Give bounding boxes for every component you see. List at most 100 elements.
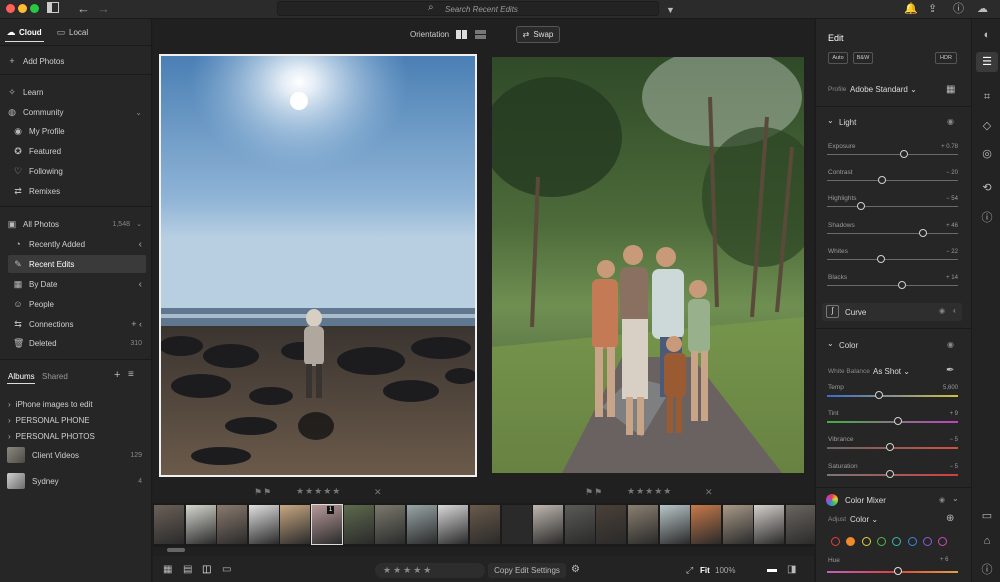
- tag-icon[interactable]: ⌂: [980, 535, 994, 547]
- filmstrip-thumbnail[interactable]: [691, 505, 722, 544]
- color-swatch[interactable]: [922, 537, 932, 546]
- slider-value[interactable]: + 46: [946, 223, 958, 229]
- tab-shared[interactable]: Shared: [42, 367, 72, 385]
- filmstrip-thumbnail[interactable]: [217, 505, 248, 544]
- slider-value[interactable]: + 9: [949, 411, 958, 417]
- targeted-adjust-icon[interactable]: ⊕: [946, 512, 954, 526]
- forward-arrow-icon[interactable]: →: [97, 2, 110, 16]
- slider-value[interactable]: − 20: [946, 170, 958, 176]
- slider-knob[interactable]: [918, 228, 927, 237]
- color-section-header[interactable]: ⌄ Color ◉: [816, 338, 971, 356]
- all-photos-item[interactable]: ▣ All Photos 1,548 ⌄: [7, 215, 152, 233]
- split-view-icon[interactable]: ◨: [787, 563, 796, 577]
- slider-knob[interactable]: [885, 469, 894, 478]
- photo-grid-icon[interactable]: ▤: [183, 563, 192, 577]
- filmstrip-thumbnail[interactable]: [722, 505, 753, 544]
- after-reject-icon[interactable]: ✕: [705, 487, 714, 498]
- learn-item[interactable]: ✧ Learn: [7, 83, 159, 101]
- fit-label[interactable]: Fit: [700, 566, 710, 575]
- color-swatch[interactable]: [876, 537, 886, 546]
- filmstrip-thumbnail[interactable]: [533, 505, 564, 544]
- swap-button[interactable]: ⇄ Swap: [516, 26, 560, 43]
- back-arrow-icon[interactable]: ←: [77, 2, 90, 16]
- close-window-button[interactable]: [6, 4, 15, 13]
- sidebar-toggle-icon[interactable]: [47, 2, 59, 17]
- curve-row[interactable]: ∫ Curve ◉ ‹: [822, 303, 962, 321]
- filmstrip-thumbnail[interactable]: [375, 505, 406, 544]
- before-star-rating[interactable]: ★★★★★: [296, 486, 341, 497]
- slider-value[interactable]: + 0.78: [941, 144, 958, 150]
- slider-value[interactable]: + 14: [946, 275, 958, 281]
- masking-icon[interactable]: ◎: [980, 147, 994, 160]
- photo-after[interactable]: [492, 57, 804, 473]
- filmstrip-thumbnail[interactable]: [501, 505, 532, 544]
- photo-before[interactable]: [159, 54, 477, 477]
- slider-value[interactable]: − 5: [949, 464, 958, 470]
- minimize-window-button[interactable]: [18, 4, 27, 13]
- slider-track[interactable]: [827, 254, 958, 263]
- community-remixes[interactable]: ⇄ Remixes: [13, 182, 165, 200]
- filmstrip-thumbnail[interactable]: [470, 505, 500, 544]
- after-flag-icons[interactable]: ⚑⚑: [585, 487, 603, 498]
- community-item[interactable]: ◍ Community ⌄: [7, 103, 152, 121]
- share-icon[interactable]: ⇪: [928, 2, 937, 16]
- edit-sliders-icon[interactable]: ☰: [980, 55, 994, 68]
- filmstrip-thumbnail[interactable]: [185, 505, 216, 544]
- detail-view-icon[interactable]: ▭: [222, 563, 231, 577]
- adjust-select[interactable]: Color ⌄: [850, 515, 878, 524]
- hue-slider-knob[interactable]: [894, 567, 902, 575]
- color-swatch[interactable]: [907, 537, 917, 546]
- slider-track[interactable]: [827, 469, 958, 478]
- eye-icon[interactable]: ◉: [939, 496, 945, 504]
- slider-knob[interactable]: [893, 417, 902, 426]
- chevron-left-icon[interactable]: ‹: [139, 279, 142, 290]
- copy-edit-settings-button[interactable]: Copy Edit Settings: [488, 563, 566, 578]
- slider-track[interactable]: [827, 228, 958, 237]
- tab-cloud[interactable]: ☁ Cloud: [6, 23, 46, 41]
- album-item[interactable]: Sydney 4: [7, 472, 152, 490]
- filmstrip-thumbnail[interactable]: [248, 505, 279, 544]
- slider-track[interactable]: [827, 417, 958, 426]
- maximize-window-button[interactable]: [30, 4, 39, 13]
- settings-gear-icon[interactable]: ⚙: [571, 563, 580, 577]
- orientation-stacked-icon[interactable]: [475, 30, 486, 39]
- before-flag-icons[interactable]: ⚑⚑: [254, 487, 272, 498]
- chevron-down-icon[interactable]: ⌄: [136, 220, 142, 228]
- info-icon[interactable]: ⓘ: [980, 209, 994, 225]
- add-photos-button[interactable]: + Add Photos: [7, 52, 159, 70]
- search-field[interactable]: ⌕ Search Recent Edits: [277, 1, 659, 16]
- sort-icon[interactable]: ≡: [128, 368, 134, 382]
- white-balance-select[interactable]: As Shot ⌄: [873, 367, 910, 376]
- filmstrip-toggle-icon[interactable]: ▬: [767, 563, 777, 577]
- versions-history-icon[interactable]: ⟲: [980, 181, 994, 194]
- slider-track[interactable]: [827, 391, 958, 399]
- library-deleted[interactable]: 🗑 Deleted 310: [13, 334, 152, 352]
- slider-track[interactable]: [827, 281, 958, 289]
- filmstrip-thumbnail[interactable]: [628, 505, 658, 544]
- help-icon[interactable]: ⓘ: [953, 2, 964, 16]
- hue-slider-track[interactable]: [827, 567, 958, 575]
- library-people[interactable]: ☺ People: [13, 295, 152, 313]
- square-grid-icon[interactable]: ▦: [163, 563, 172, 577]
- filmstrip-thumbnail[interactable]: [659, 505, 690, 544]
- crop-icon[interactable]: ⌗: [980, 91, 994, 104]
- chevron-left-icon[interactable]: ‹: [953, 306, 956, 315]
- community-my-profile[interactable]: ◉ My Profile: [13, 122, 165, 140]
- filmstrip-thumbnail[interactable]: [754, 505, 785, 544]
- color-swatch[interactable]: [861, 537, 871, 546]
- filmstrip-thumbnail[interactable]: [786, 505, 816, 544]
- chevron-down-icon[interactable]: ⌄: [135, 108, 142, 117]
- slider-value[interactable]: − 54: [946, 196, 958, 202]
- slider-track[interactable]: [827, 176, 958, 185]
- eye-icon[interactable]: ◉: [947, 340, 954, 349]
- chevron-down-icon[interactable]: ⌄: [952, 494, 959, 503]
- profile-browser-icon[interactable]: ▦: [946, 83, 955, 97]
- add-connection-icon[interactable]: + ‹: [131, 319, 142, 329]
- cloud-sync-icon[interactable]: ☁: [977, 2, 988, 16]
- eyedropper-icon[interactable]: ✒: [946, 364, 954, 378]
- hdr-button[interactable]: HDR: [935, 52, 957, 64]
- community-featured[interactable]: ✪ Featured: [13, 142, 165, 160]
- filmstrip-scrollbar[interactable]: [167, 548, 185, 552]
- slider-track[interactable]: [827, 150, 958, 158]
- info-panel-icon[interactable]: ⓘ: [980, 561, 994, 577]
